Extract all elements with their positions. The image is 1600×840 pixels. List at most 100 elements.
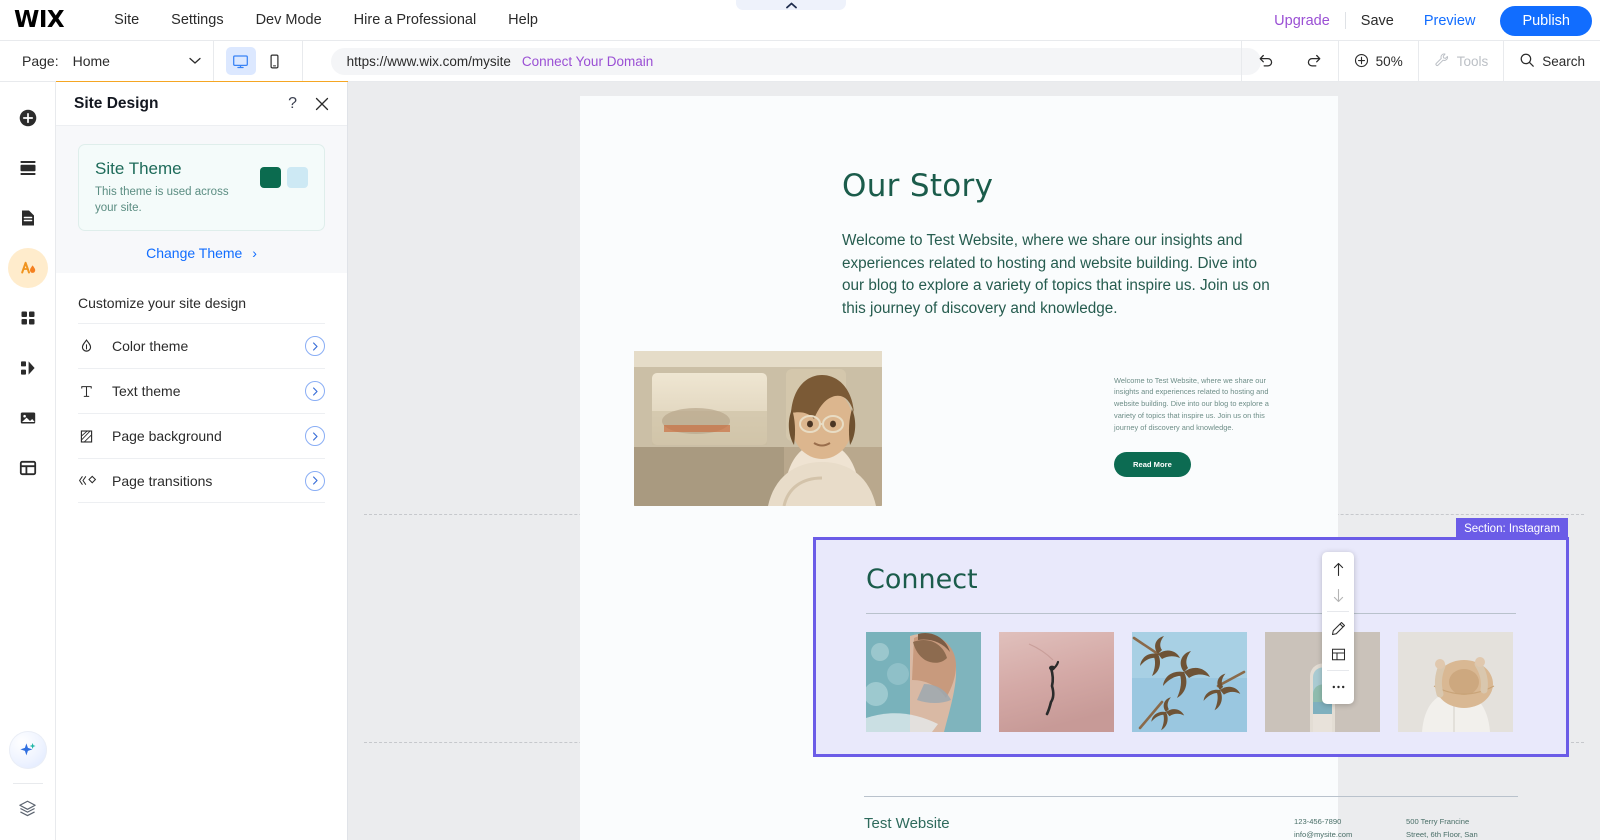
our-story-heading: Our Story [842, 168, 994, 204]
option-label: Page transitions [112, 472, 213, 489]
palm-trees-sky-photo[interactable] [1132, 632, 1247, 732]
menu-item-hire-a-professional[interactable]: Hire a Professional [338, 0, 493, 41]
top-bar-actions: Upgrade Save Preview Publish [1259, 0, 1592, 41]
desktop-icon[interactable] [225, 47, 256, 75]
search-icon [1519, 52, 1535, 71]
search-label: Search [1542, 54, 1585, 69]
instagram-gallery [816, 614, 1566, 732]
site-url-bar[interactable]: https://www.wix.com/mysite Connect Your … [330, 47, 1261, 75]
menu-item-help[interactable]: Help [492, 0, 554, 41]
site-theme-text: Site Theme This theme is used across you… [95, 159, 260, 216]
more-options-icon[interactable] [1322, 674, 1354, 700]
pages-icon[interactable] [8, 198, 48, 238]
media-icon[interactable] [8, 398, 48, 438]
woman-with-sun-hat-photo[interactable] [1398, 632, 1513, 732]
chevron-right-icon[interactable] [305, 336, 325, 357]
read-more-button[interactable]: Read More [1114, 452, 1191, 478]
section-float-toolbar [1322, 552, 1354, 704]
apps-icon[interactable] [8, 298, 48, 338]
main-menu: Site Settings Dev Mode Hire a Profession… [98, 0, 554, 41]
panel-header: Site Design ? [56, 82, 347, 126]
editor-canvas[interactable]: Our Story Welcome to Test Website, where… [348, 82, 1600, 840]
site-page[interactable]: Our Story Welcome to Test Website, where… [580, 96, 1569, 840]
tools-button[interactable]: Tools [1419, 41, 1504, 82]
footer-phone: 123-456-7890 [1294, 817, 1342, 826]
footer-brand: Test Website [864, 815, 950, 832]
rail-bottom-group [0, 731, 55, 840]
chevron-right-icon[interactable] [305, 381, 325, 402]
preview-button[interactable]: Preview [1409, 13, 1491, 29]
wix-logo[interactable]: WIX [14, 7, 65, 33]
move-down-icon[interactable] [1322, 582, 1354, 608]
move-up-icon[interactable] [1322, 556, 1354, 582]
tools-label: Tools [1456, 54, 1489, 69]
ai-sparkle-icon[interactable] [8, 731, 47, 769]
connect-heading: Connect [866, 564, 978, 595]
footer-address-line-1: 500 Terry Francine [1406, 817, 1470, 826]
customize-options-list: Color theme Text theme Page background P… [56, 323, 347, 504]
person-in-car-photo[interactable] [634, 350, 882, 506]
chevron-down-icon [188, 52, 201, 70]
question-mark-icon[interactable]: ? [288, 95, 297, 113]
page-label: Page: [22, 53, 59, 69]
left-icon-rail [0, 82, 56, 840]
menu-item-settings[interactable]: Settings [155, 0, 239, 41]
customize-section-title: Customize your site design [78, 295, 247, 312]
save-button[interactable]: Save [1346, 13, 1409, 29]
collapse-editor-handle[interactable] [736, 0, 846, 10]
sections-icon[interactable] [8, 148, 48, 188]
search-button[interactable]: Search [1504, 41, 1600, 82]
theme-swatch-secondary[interactable] [287, 167, 308, 188]
redo-button[interactable] [1290, 41, 1338, 82]
menu-item-dev-mode[interactable]: Dev Mode [240, 0, 338, 41]
connect-domain-link[interactable]: Connect Your Domain [522, 54, 653, 69]
undo-button[interactable] [1242, 41, 1290, 82]
cms-icon[interactable] [8, 448, 48, 488]
site-theme-description: This theme is used across your site. [95, 186, 229, 214]
close-icon[interactable] [315, 97, 329, 111]
our-story-paragraph: Welcome to Test Website, where we share … [842, 232, 1270, 317]
footer-row: Test Website 123-456-7890 info@mysite.co… [814, 797, 1568, 840]
layout-icon[interactable] [1322, 641, 1354, 667]
wrench-icon [1434, 52, 1450, 71]
our-story-side-paragraph: Welcome to Test Website, where we share … [1114, 375, 1269, 433]
pink-water-swimmer-photo[interactable] [999, 632, 1114, 732]
theme-swatch-primary[interactable] [260, 167, 281, 188]
layers-icon[interactable] [17, 798, 38, 824]
page-transitions-icon [78, 472, 112, 489]
zoom-control[interactable]: 50% [1339, 41, 1418, 82]
integrations-icon[interactable] [8, 348, 48, 388]
zoom-icon [1354, 53, 1369, 71]
publish-button[interactable]: Publish [1500, 5, 1592, 36]
woman-in-pool-photo[interactable] [866, 632, 981, 732]
change-theme-button[interactable]: Change Theme › [78, 245, 325, 261]
page-selector-value: Home [72, 53, 110, 69]
our-story-side-block[interactable]: Welcome to Test Website, where we share … [1114, 375, 1290, 478]
page-selector[interactable]: Home [73, 52, 213, 70]
site-url-text: https://www.wix.com/mysite [346, 53, 511, 69]
site-design-icon[interactable] [7, 248, 48, 288]
site-footer[interactable]: Test Website 123-456-7890 info@mysite.co… [814, 796, 1568, 840]
zoom-value: 50% [1375, 54, 1403, 69]
site-theme-card[interactable]: Site Theme This theme is used across you… [78, 144, 325, 232]
redo-icon [1305, 51, 1323, 72]
chevron-up-icon [785, 2, 797, 9]
option-page-background[interactable]: Page background [78, 413, 325, 458]
toolbar-divider-2 [301, 40, 303, 82]
edit-pencil-icon[interactable] [1322, 615, 1354, 641]
mobile-icon[interactable] [260, 47, 290, 75]
our-story-section[interactable]: Our Story Welcome to Test Website, where… [580, 96, 1338, 506]
footer-address-line-2: Street, 6th Floor, San [1406, 830, 1478, 840]
upgrade-link[interactable]: Upgrade [1259, 13, 1345, 29]
option-color-theme[interactable]: Color theme [78, 323, 325, 368]
editor-toolbar: Page: Home https://www.wix.com/mysite Co… [0, 40, 1600, 82]
instagram-section[interactable]: Section: Instagram Connect [813, 518, 1569, 757]
chevron-right-icon[interactable] [305, 470, 325, 491]
footer-email: info@mysite.com [1294, 830, 1353, 840]
chevron-right-icon[interactable] [305, 426, 325, 447]
option-text-theme[interactable]: Text theme [78, 368, 325, 413]
option-page-transitions[interactable]: Page transitions [78, 458, 325, 504]
menu-item-site[interactable]: Site [98, 0, 155, 41]
text-t-icon [78, 383, 112, 400]
add-elements-icon[interactable] [8, 98, 48, 138]
